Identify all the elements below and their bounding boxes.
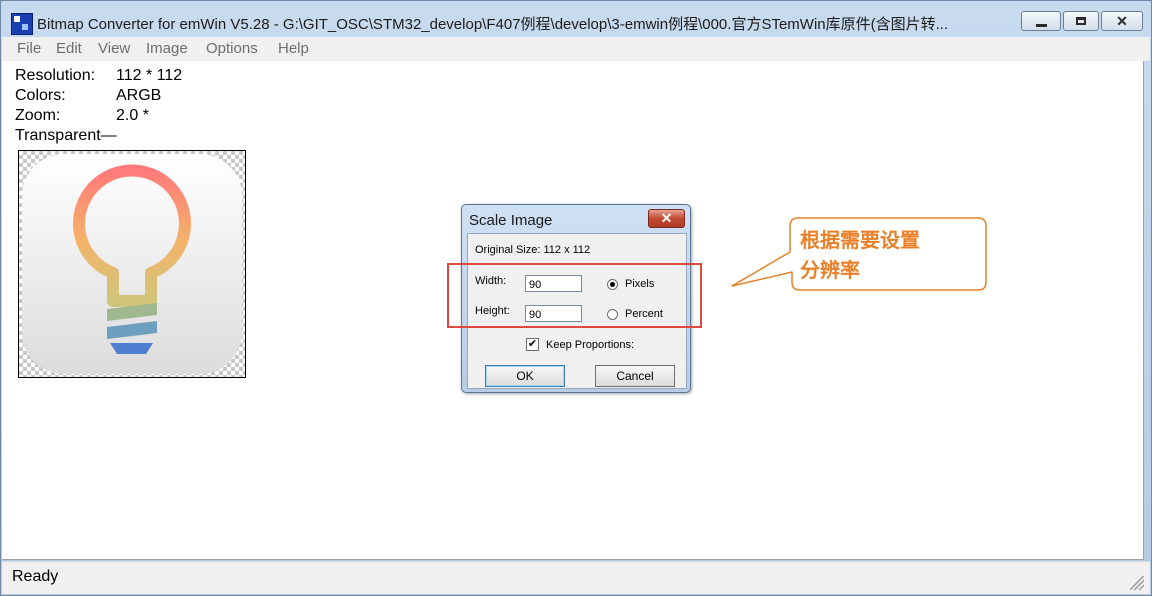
close-icon: ✕ bbox=[660, 210, 673, 226]
maximize-button[interactable] bbox=[1063, 11, 1099, 31]
resolution-value: 112 * 112 bbox=[116, 67, 183, 84]
menu-file[interactable]: File bbox=[17, 40, 41, 57]
resolution-label: Resolution: bbox=[15, 67, 96, 84]
status-bar: Ready bbox=[2, 561, 1150, 594]
minimize-button[interactable] bbox=[1021, 11, 1061, 31]
callout-line-2: 分辨率 bbox=[800, 258, 860, 282]
dialog-title: Scale Image bbox=[469, 212, 553, 229]
window-title: Bitmap Converter for emWin V5.28 - G:\GI… bbox=[37, 16, 949, 33]
resolution-highlight-box bbox=[447, 263, 702, 328]
ok-button[interactable]: OK bbox=[485, 365, 565, 387]
menu-image[interactable]: Image bbox=[146, 40, 188, 57]
menu-bar: File Edit View Image Options Help bbox=[2, 37, 1150, 61]
keep-proportions-checkbox[interactable]: ✔ bbox=[526, 338, 539, 351]
resize-grip-icon[interactable] bbox=[1130, 576, 1144, 590]
menu-options[interactable]: Options bbox=[206, 40, 258, 57]
title-bar[interactable]: Bitmap Converter for emWin V5.28 - G:\GI… bbox=[1, 1, 1151, 37]
colors-value: ARGB bbox=[116, 87, 162, 104]
app-icon[interactable] bbox=[11, 13, 33, 35]
callout-text: 根据需要设置 分辨率 bbox=[800, 225, 970, 285]
menu-help[interactable]: Help bbox=[278, 40, 309, 57]
bitmap-preview bbox=[18, 150, 246, 378]
status-text: Ready bbox=[12, 568, 59, 585]
colors-label: Colors: bbox=[15, 87, 66, 104]
close-button[interactable]: ✕ bbox=[1101, 11, 1143, 31]
light-bulb-icon bbox=[73, 164, 191, 354]
close-icon: ✕ bbox=[1116, 13, 1128, 29]
original-size-label: Original Size: 112 x 112 bbox=[475, 244, 591, 256]
zoom-value: 2.0 * bbox=[116, 107, 149, 124]
minimize-icon bbox=[1036, 24, 1047, 27]
callout-line-1: 根据需要设置 bbox=[800, 228, 920, 252]
menu-edit[interactable]: Edit bbox=[56, 40, 82, 57]
zoom-label: Zoom: bbox=[15, 107, 61, 124]
menu-view[interactable]: View bbox=[98, 40, 130, 57]
dialog-close-button[interactable]: ✕ bbox=[648, 209, 685, 228]
maximize-icon bbox=[1076, 17, 1086, 25]
cancel-button[interactable]: Cancel bbox=[595, 365, 675, 387]
keep-proportions-label: Keep Proportions: bbox=[546, 339, 635, 351]
transparent-label: Transparent— bbox=[15, 127, 117, 144]
